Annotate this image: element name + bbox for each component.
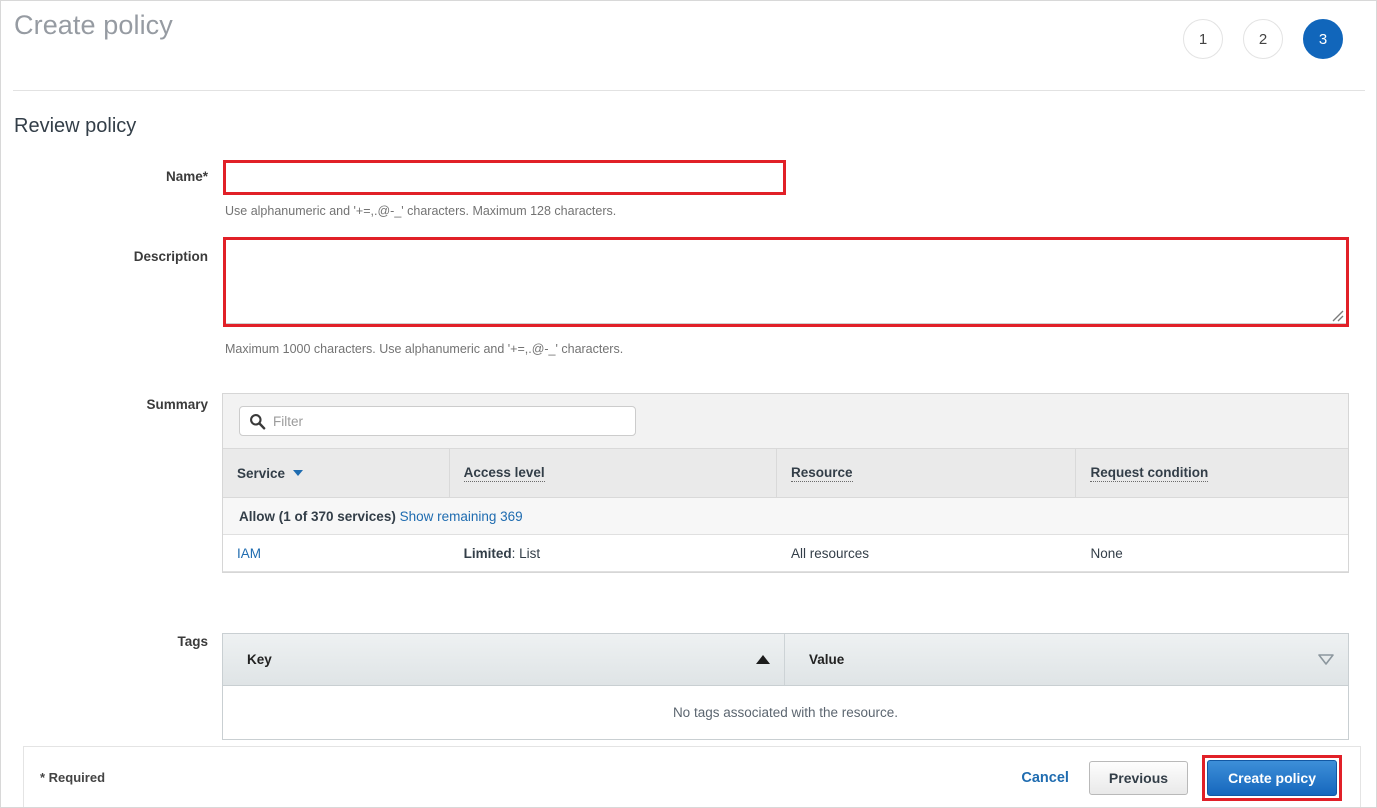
description-label: Description (133, 249, 208, 264)
show-remaining-link[interactable]: Show remaining 369 (400, 509, 523, 524)
summary-filter-input[interactable] (240, 407, 635, 435)
tags-header-row: Key Value (223, 634, 1348, 686)
tags-label: Tags (177, 634, 208, 649)
column-header-key-label: Key (247, 652, 272, 667)
wizard-header: Create policy 1 2 3 (1, 1, 1376, 90)
column-header-key[interactable]: Key (223, 634, 785, 685)
cell-resource: All resources (791, 545, 870, 561)
cell-request-condition: None (1090, 545, 1123, 561)
page-title: Create policy (14, 10, 173, 40)
section-heading: Review policy (14, 115, 137, 137)
summary-group-row: Allow (1 of 370 services) Show remaining… (223, 498, 1348, 535)
name-label: Name* (165, 169, 208, 184)
service-link-iam[interactable]: IAM (237, 546, 261, 561)
wizard-steps: 1 2 3 (1183, 19, 1343, 59)
summary-filter-bar (223, 394, 1348, 449)
name-field-highlight (223, 160, 786, 195)
wizard-step-2[interactable]: 2 (1243, 19, 1283, 59)
tags-empty-message: No tags associated with the resource. (223, 686, 1348, 739)
description-field-highlight (223, 237, 1349, 327)
wizard-step-1[interactable]: 1 (1183, 19, 1223, 59)
column-header-service[interactable]: Service (223, 449, 450, 497)
tags-table: Key Value No tags associated with the re… (222, 633, 1349, 740)
cell-access-level: Limited: List (450, 546, 777, 561)
required-note: * Required (40, 770, 106, 785)
name-hint: Use alphanumeric and '+=,.@-_' character… (225, 204, 617, 218)
column-header-request-condition-label: Request condition (1090, 464, 1209, 482)
column-header-service-label: Service (237, 465, 286, 481)
column-header-access-level[interactable]: Access level (450, 449, 778, 497)
column-header-request-condition[interactable]: Request condition (1076, 449, 1348, 497)
triangle-up-icon (756, 655, 770, 664)
column-header-resource[interactable]: Resource (777, 449, 1077, 497)
caret-down-icon (293, 470, 304, 476)
access-level-value: Limited (463, 545, 512, 561)
summary-label: Summary (146, 397, 208, 412)
table-row: IAM Limited: List All resources None (223, 535, 1348, 572)
column-header-value-label: Value (809, 652, 845, 667)
search-icon (250, 414, 266, 430)
summary-filter-field[interactable] (239, 406, 636, 436)
wizard-footer: * Required Cancel Previous Create policy (23, 746, 1361, 807)
create-policy-button[interactable]: Create policy (1207, 759, 1337, 796)
policy-name-input[interactable] (226, 163, 783, 192)
column-header-resource-label: Resource (791, 464, 853, 482)
summary-table: Service Access level Resource Request co… (222, 393, 1349, 573)
cell-service: IAM (223, 546, 450, 561)
footer-actions: Cancel Previous Create policy (1015, 754, 1344, 801)
previous-button[interactable]: Previous (1088, 760, 1189, 795)
summary-header-row: Service Access level Resource Request co… (223, 449, 1348, 498)
create-policy-page: Create policy 1 2 3 Review policy Name* … (0, 0, 1377, 808)
wizard-step-3[interactable]: 3 (1303, 19, 1343, 59)
triangle-down-outline-icon (1318, 654, 1334, 665)
column-header-access-level-label: Access level (463, 464, 545, 482)
cancel-button[interactable]: Cancel (1015, 766, 1075, 790)
column-header-value[interactable]: Value (785, 634, 1348, 685)
description-hint: Maximum 1000 characters. Use alphanumeri… (225, 342, 624, 356)
policy-description-textarea[interactable] (226, 240, 1346, 324)
access-level-detail: : List (511, 545, 541, 561)
create-policy-highlight: Create policy (1202, 754, 1342, 801)
header-divider (13, 90, 1365, 91)
summary-group-effect: Allow (1 of 370 services) (239, 508, 396, 524)
